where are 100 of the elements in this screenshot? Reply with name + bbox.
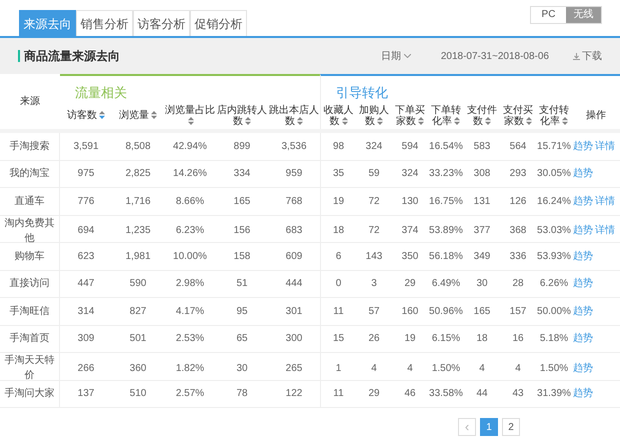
column-header[interactable]: 店内跳转人数 [217,104,267,126]
table-cell-text: 18 [476,332,488,346]
action-link[interactable]: 趋势 [573,194,593,209]
table-cell-text: 143 [366,250,382,264]
action-link[interactable]: 趋势 [573,331,593,346]
source-cell: 手淘天天特价 [0,353,60,383]
table-cell-text: 444 [286,277,302,292]
sort-icon[interactable] [526,116,532,125]
table-cell-text: 56.18% [429,250,463,264]
tab[interactable]: 访客分析 [133,10,190,36]
table-cell-text: 334 [234,167,250,182]
table-cell-text: 510 [130,387,146,402]
source-cell: 直通车 [0,188,60,214]
table-cell-text: 623 [78,250,94,264]
source-cell: 购物车 [0,243,60,270]
table-cell-text: 46 [404,387,416,402]
table-cell-text: 314 [78,304,94,319]
table-cell-text: 50.96% [429,304,463,319]
table-cell-text: 122 [286,387,302,402]
action-link[interactable]: 趋势 [573,138,593,154]
sort-icon[interactable] [297,116,303,125]
device-toggle-option[interactable]: 无线 [566,7,601,23]
table-cell-text: 2.98% [176,277,204,292]
table-cell-text: 65 [236,332,248,346]
table-cell-text: 1.82% [176,362,204,376]
table-cell-text: 8.66% [176,194,204,209]
action-link[interactable]: 趋势 [573,223,593,238]
page-button[interactable]: 1 [480,418,498,436]
column-header[interactable]: 支付买家数 [501,104,535,126]
column-header[interactable]: 浏览量 [119,110,157,121]
download-icon [573,52,580,60]
table-cell-text: 776 [78,194,94,209]
sort-icon[interactable] [188,116,194,125]
table-cell-text: 78 [236,387,248,402]
table-cell-text: 29 [404,277,416,292]
sort-icon[interactable] [485,116,491,125]
column-header[interactable]: 收藏人数 [322,104,355,126]
table-cell-text: 1,235 [125,224,151,238]
action-link[interactable]: 趋势 [573,360,593,376]
table-cell-text: 59 [368,167,380,182]
table-cell-text: 1.50% [432,362,460,376]
sort-icon[interactable] [245,116,251,125]
sort-icon[interactable] [342,116,348,125]
source-cell: 手淘搜索 [0,133,60,160]
column-header[interactable]: 下单买家数 [393,104,427,126]
action-link[interactable]: 趋势 [573,386,593,402]
table-cell-text: 165 [474,304,490,319]
column-header[interactable]: 访客数 [67,110,105,121]
sort-icon[interactable] [377,116,383,125]
page-button[interactable]: 2 [502,418,520,436]
table-cell-text: 300 [286,332,302,346]
tab[interactable]: 销售分析 [76,10,133,36]
action-link[interactable]: 详情 [595,194,615,209]
action-link[interactable]: 趋势 [573,248,593,264]
download-button[interactable]: 下载 [573,48,602,64]
action-link[interactable]: 趋势 [573,304,593,319]
tab[interactable]: 促销分析 [190,10,247,36]
column-header[interactable]: 加购人数 [357,104,391,126]
date-dropdown[interactable]: 日期 [380,48,411,64]
table-cell-text: 14.26% [173,167,207,182]
group-title: 引导转化 [336,84,388,102]
table-cell-text: 15.71% [537,140,571,154]
column-header[interactable]: 下单转化率 [429,104,463,126]
column-header[interactable]: 支付转化率 [537,104,571,126]
group-title: 流量相关 [75,84,127,102]
sort-icon[interactable] [99,111,105,120]
chevron-icon [404,54,411,58]
sort-icon[interactable] [454,116,460,125]
action-link[interactable]: 趋势 [573,166,593,182]
table-cell-text: 4 [479,362,485,376]
table-cell-text: 131 [474,194,490,209]
action-link[interactable]: 趋势 [573,276,593,292]
action-link[interactable]: 详情 [595,138,615,154]
table-cell-text: 5.18% [540,332,568,346]
table-cell-text: 266 [78,362,94,376]
column-header[interactable]: 跳出本店人数 [269,104,319,126]
source-cell: 手淘旺信 [0,298,60,324]
table-cell-text: 11 [333,304,344,319]
table-cell-text: 6.15% [432,332,460,346]
table-cell-text: 2.53% [176,332,204,346]
source-cell: 我的淘宝 [0,160,60,187]
sort-icon[interactable] [562,116,568,125]
table-cell-text: 594 [402,140,418,154]
sort-icon[interactable] [418,116,424,125]
sort-icon[interactable] [151,111,157,120]
table-cell-text: 8,508 [125,140,151,154]
table-cell-text: 4.17% [176,304,204,319]
table-cell-text: 4 [371,362,377,376]
tab[interactable]: 来源去向 [19,10,76,36]
source-cell: 淘内免费其他 [0,216,60,246]
action-link[interactable]: 详情 [595,223,615,238]
table-cell-text: 35 [332,167,344,182]
table-cell-text: 16.54% [429,140,463,154]
column-header[interactable]: 浏览量占比 [165,104,215,126]
table-cell-text: 165 [234,194,250,209]
column-header[interactable]: 支付件数 [465,104,499,126]
table-cell-text: 33.58% [429,387,463,402]
table-cell-text: 53.93% [537,250,571,264]
table-cell-text: 30.05% [537,167,571,182]
table-cell-text: 360 [130,362,146,376]
